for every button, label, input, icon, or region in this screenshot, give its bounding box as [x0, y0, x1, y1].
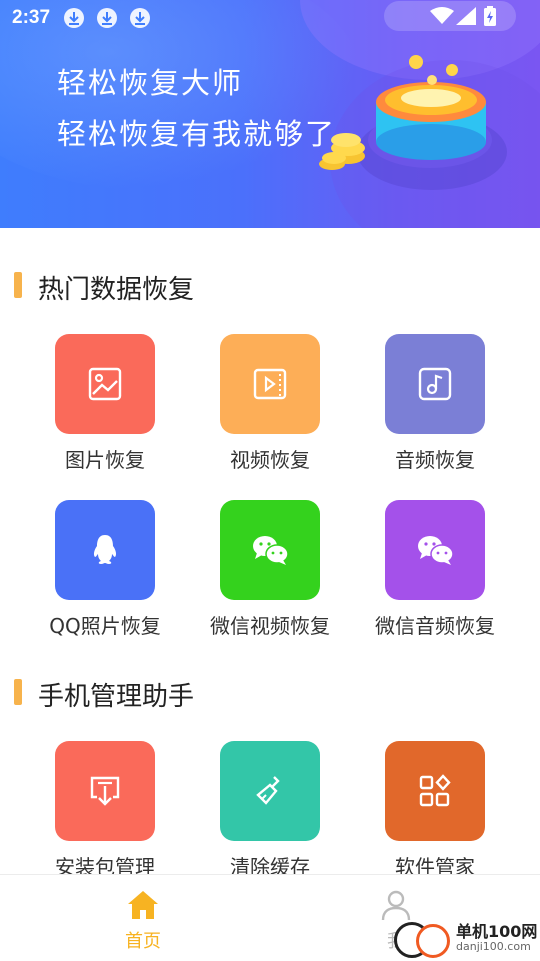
- section-accent-bar: [14, 272, 22, 298]
- tab-home-label: 首页: [125, 931, 161, 952]
- music-icon: [418, 367, 452, 401]
- watermark-title: 单机100网: [456, 922, 538, 941]
- tile-label: 音频恢复: [395, 448, 475, 472]
- tile-qq-photo-recovery[interactable]: [55, 500, 155, 600]
- broom-icon: [256, 776, 280, 805]
- tile-software-manager[interactable]: [385, 741, 485, 841]
- banner-title: 轻松恢复大师: [57, 66, 244, 100]
- package-icon: [90, 776, 120, 806]
- tile-video-recovery[interactable]: [220, 334, 320, 434]
- signal-icon: [456, 7, 476, 25]
- section-accent-bar: [14, 679, 22, 705]
- tile-package-manager[interactable]: [55, 741, 155, 841]
- download-icon: [97, 8, 117, 28]
- tile-label: 微信音频恢复: [375, 614, 495, 638]
- image-icon: [88, 367, 122, 401]
- battery-icon: [484, 6, 496, 26]
- home-icon: [128, 891, 158, 919]
- download-icon: [64, 8, 84, 28]
- tile-label: 图片恢复: [65, 448, 145, 472]
- tile-label: 视频恢复: [230, 448, 310, 472]
- wechat-icon: [253, 536, 289, 565]
- banner-subtitle: 轻松恢复有我就够了: [57, 117, 337, 151]
- section-title: 手机管理助手: [38, 682, 195, 712]
- wechat-icon: [418, 536, 454, 565]
- watermark-url: danji100.com: [456, 940, 531, 953]
- status-bar: 2:37: [0, 0, 540, 38]
- apps-icon: [419, 774, 451, 807]
- wifi-icon: [430, 7, 454, 24]
- tile-audio-recovery[interactable]: [385, 334, 485, 434]
- qq-icon: [93, 535, 117, 564]
- treasure-illustration: [319, 55, 507, 190]
- tab-home[interactable]: 首页: [83, 875, 203, 961]
- status-time: 2:37: [12, 7, 51, 28]
- tile-label: 微信视频恢复: [210, 614, 330, 638]
- promo-banner[interactable]: 2:37 轻松恢复大师 轻松恢复有我就够了: [0, 0, 540, 228]
- download-icon: [130, 8, 150, 28]
- section-title: 热门数据恢复: [38, 275, 195, 305]
- tile-clear-cache[interactable]: [220, 741, 320, 841]
- tile-wechat-audio-recovery[interactable]: [385, 500, 485, 600]
- watermark-logo: 单机100网 danji100.com: [394, 912, 540, 960]
- status-icons: [384, 1, 516, 31]
- tile-photo-recovery[interactable]: [55, 334, 155, 434]
- tile-wechat-video-recovery[interactable]: [220, 500, 320, 600]
- tile-label: QQ照片恢复: [49, 614, 161, 638]
- video-icon: [253, 368, 287, 400]
